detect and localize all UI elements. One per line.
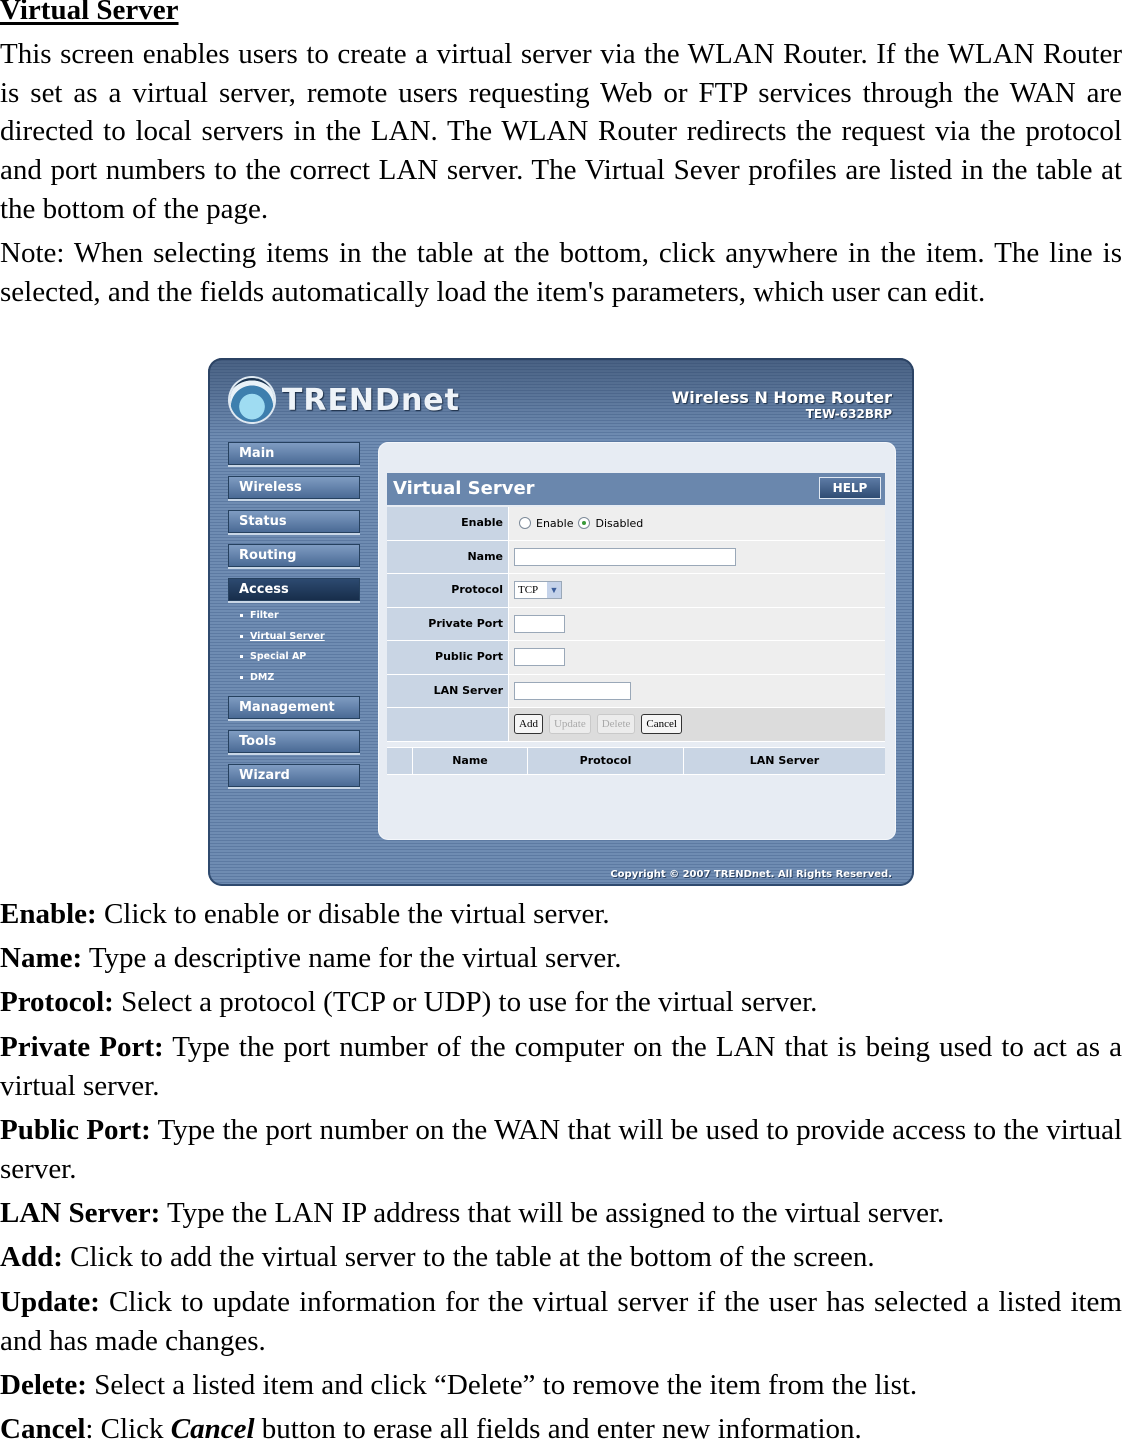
nav-routing[interactable]: Routing <box>228 544 360 567</box>
desc-cancel: Cancel: Click Cancel button to erase all… <box>0 1413 862 1445</box>
access-subnav: Filter Virtual Server Special AP DMZ <box>240 606 364 688</box>
content-panel: Virtual Server HELP Enable Enable Disabl… <box>378 442 896 840</box>
brand-name: TRENDnet <box>281 382 460 418</box>
lan-server-label: LAN Server <box>387 674 509 707</box>
column-header-name: Name <box>412 748 527 774</box>
desc-delete: Delete: Select a listed item and click “… <box>0 1369 918 1401</box>
column-header-protocol: Protocol <box>527 748 683 774</box>
bullet-icon <box>240 675 243 679</box>
desc-update: Update: Click to update information for … <box>0 1286 1122 1357</box>
nav-access[interactable]: Access <box>228 578 360 601</box>
delete-button[interactable]: Delete <box>596 714 636 735</box>
subnav-special-ap[interactable]: Special AP <box>240 647 364 668</box>
disabled-radio-label: Disabled <box>595 516 644 530</box>
public-port-input[interactable] <box>514 648 565 667</box>
desc-name: Name: Type a descriptive name for the vi… <box>0 942 622 974</box>
section-title: Virtual Server <box>0 0 179 26</box>
name-row: Name <box>387 540 885 574</box>
subnav-dmz[interactable]: DMZ <box>240 668 364 689</box>
desc-enable: Enable: Click to enable or disable the v… <box>0 898 610 930</box>
product-line: Wireless N Home Router <box>671 388 892 407</box>
bullet-icon <box>240 614 243 617</box>
protocol-label: Protocol <box>387 574 509 607</box>
panel-title: Virtual Server <box>393 478 535 499</box>
sidebar-nav: Main Wireless Status Routing Access Filt… <box>228 442 364 798</box>
nav-tools[interactable]: Tools <box>228 730 360 753</box>
note-paragraph: Note: When selecting items in the table … <box>0 237 1122 308</box>
update-button[interactable]: Update <box>548 714 591 735</box>
desc-private-port: Private Port: Type the port number of th… <box>0 1031 1122 1102</box>
action-row: Add Update Delete Cancel <box>387 708 885 742</box>
desc-add: Add: Click to add the virtual server to … <box>0 1241 875 1273</box>
nav-wizard[interactable]: Wizard <box>228 764 360 787</box>
add-button[interactable]: Add <box>514 714 543 735</box>
cancel-button[interactable]: Cancel <box>641 714 682 735</box>
panel-header: Virtual Server HELP <box>387 473 885 505</box>
desc-public-port: Public Port: Type the port number on the… <box>0 1114 1122 1185</box>
subnav-virtual-server[interactable]: Virtual Server <box>240 627 364 648</box>
copyright-text: Copyright © 2007 TRENDnet. All Rights Re… <box>610 869 892 880</box>
select-column-header <box>387 748 412 774</box>
product-info: Wireless N Home Router TEW-632BRP <box>672 388 892 421</box>
nav-management[interactable]: Management <box>228 696 360 719</box>
private-port-input[interactable] <box>514 614 565 633</box>
bullet-icon <box>240 634 243 638</box>
private-port-row: Private Port <box>387 607 885 641</box>
enable-radio-label: Enable <box>536 516 574 530</box>
lan-server-row: LAN Server <box>387 674 885 708</box>
enable-row: Enable Enable Disabled <box>387 507 885 541</box>
protocol-row: Protocol TCP ▼ <box>387 574 885 608</box>
subnav-filter[interactable]: Filter <box>240 606 364 627</box>
nav-status[interactable]: Status <box>228 510 360 533</box>
desc-lan-server: LAN Server: Type the LAN IP address that… <box>0 1197 945 1229</box>
virtual-server-table-header: Name Protocol LAN Server <box>387 747 885 775</box>
product-model: TEW-632BRP <box>805 407 892 421</box>
name-input[interactable] <box>514 547 736 566</box>
public-port-row: Public Port <box>387 641 885 675</box>
chevron-down-icon[interactable]: ▼ <box>547 582 561 599</box>
lan-server-input[interactable] <box>514 681 631 700</box>
desc-protocol: Protocol: Select a protocol (TCP or UDP)… <box>0 986 818 1018</box>
protocol-value: TCP <box>518 584 539 597</box>
protocol-select[interactable]: TCP ▼ <box>514 581 562 600</box>
help-button[interactable]: HELP <box>819 477 881 499</box>
router-screenshot: TRENDnet Wireless N Home Router TEW-632B… <box>208 358 914 886</box>
disabled-radio[interactable] <box>578 517 591 530</box>
column-header-lan-server: LAN Server <box>683 748 885 774</box>
name-label: Name <box>387 540 509 573</box>
trendnet-logo-icon <box>230 378 274 422</box>
bullet-icon <box>240 655 243 658</box>
nav-main[interactable]: Main <box>228 442 360 465</box>
intro-paragraph: This screen enables users to create a vi… <box>0 38 1122 225</box>
public-port-label: Public Port <box>387 641 509 674</box>
nav-wireless[interactable]: Wireless <box>228 476 360 499</box>
enable-radio[interactable] <box>519 517 531 530</box>
trendnet-logo: TRENDnet <box>230 376 460 424</box>
virtual-server-form: Enable Enable Disabled Name Protocol TCP… <box>387 507 885 742</box>
enable-label: Enable <box>387 507 509 540</box>
private-port-label: Private Port <box>387 607 509 640</box>
